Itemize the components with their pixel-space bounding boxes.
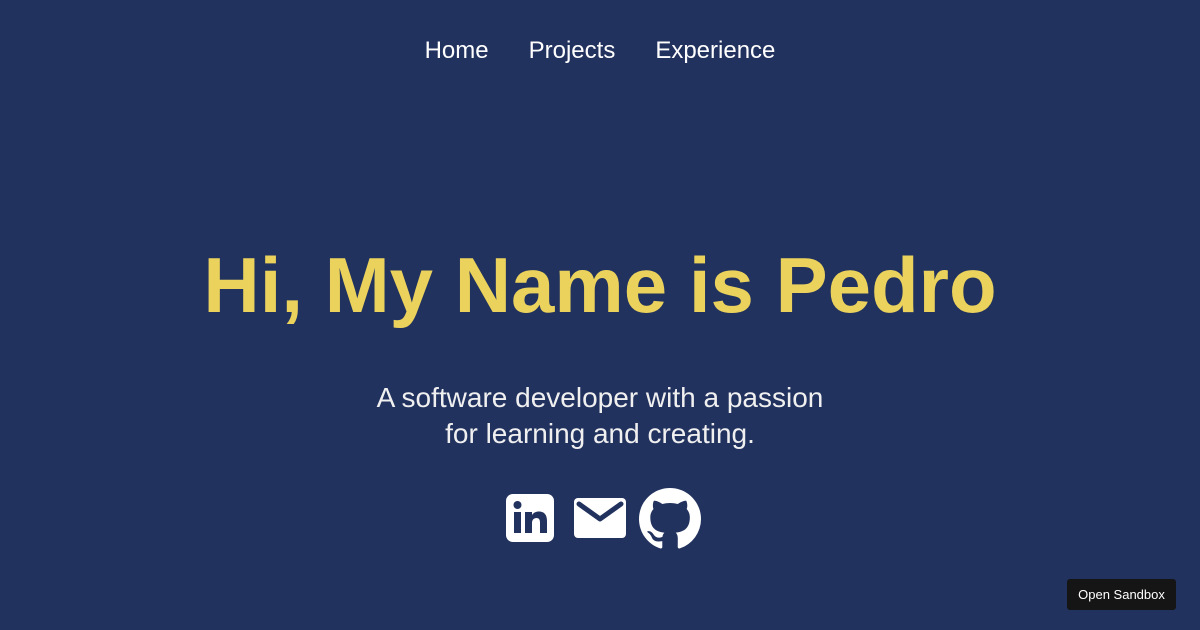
github-link[interactable]	[639, 488, 701, 550]
linkedin-icon	[506, 494, 554, 542]
hero-tagline: A software developer with a passion for …	[0, 380, 1200, 452]
open-sandbox-button[interactable]: Open Sandbox	[1067, 579, 1176, 610]
github-icon	[639, 488, 701, 549]
nav-home-link[interactable]: Home	[425, 36, 489, 66]
nav-experience-link[interactable]: Experience	[655, 36, 775, 66]
mail-icon	[574, 498, 626, 538]
nav-projects-link[interactable]: Projects	[529, 36, 616, 66]
social-links	[0, 488, 1200, 550]
tagline-line-2: for learning and creating.	[445, 418, 755, 449]
hero-title: Hi, My Name is Pedro	[203, 241, 997, 329]
tagline-line-1: A software developer with a passion	[376, 382, 824, 413]
email-link[interactable]	[574, 498, 626, 538]
top-nav: Home Projects Experience	[0, 36, 1200, 66]
linkedin-link[interactable]	[506, 494, 554, 542]
